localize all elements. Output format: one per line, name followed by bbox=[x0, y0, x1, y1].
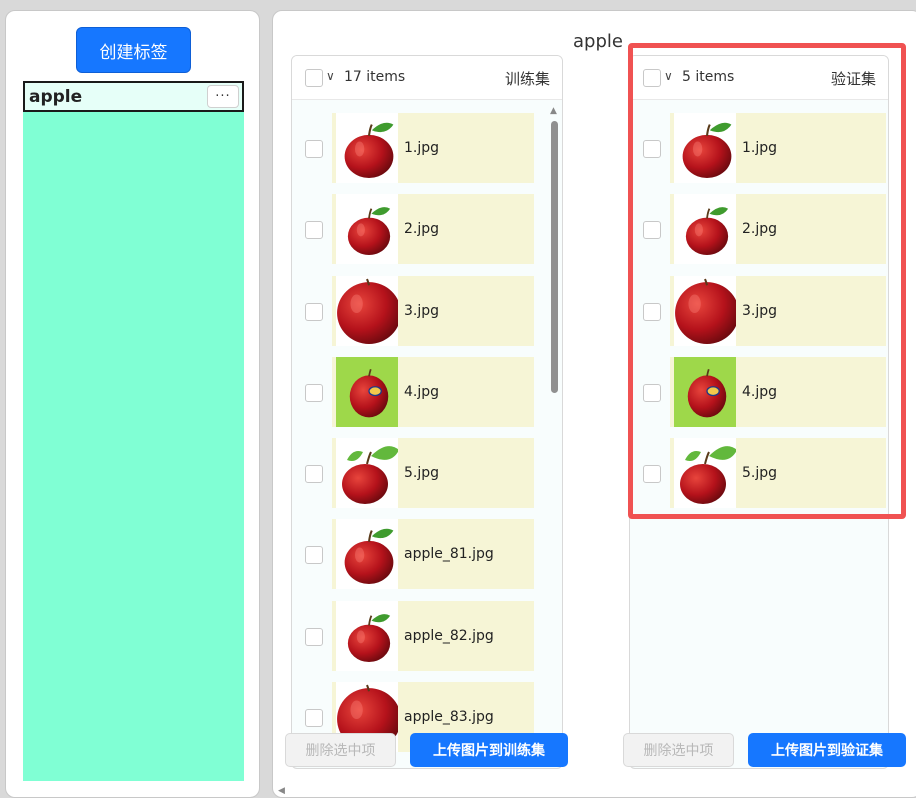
val-transfer-list: ∨ 5 items 验证集 1.jpg 2.jpg 3.jpg 4.jpg 5.… bbox=[629, 55, 889, 769]
item-filename: 2.jpg bbox=[736, 194, 886, 264]
apple-thumbnail bbox=[336, 357, 402, 427]
list-item[interactable]: 3.jpg bbox=[292, 276, 562, 346]
list-item[interactable]: 5.jpg bbox=[630, 438, 888, 508]
item-checkbox[interactable] bbox=[305, 465, 323, 483]
item-checkbox[interactable] bbox=[305, 221, 323, 239]
list-item[interactable]: 5.jpg bbox=[292, 438, 562, 508]
train-select-all-checkbox[interactable] bbox=[305, 69, 323, 87]
item-filename: 1.jpg bbox=[398, 113, 534, 183]
item-checkbox[interactable] bbox=[643, 221, 661, 239]
val-items: 1.jpg 2.jpg 3.jpg 4.jpg 5.jpg bbox=[630, 101, 888, 768]
item-filename: 5.jpg bbox=[736, 438, 886, 508]
train-list-header: ∨ 17 items 训练集 bbox=[292, 56, 562, 100]
list-item[interactable]: apple_82.jpg bbox=[292, 601, 562, 671]
label-panel: 创建标签 apple ··· bbox=[5, 10, 260, 798]
dataset-panel: apple ∨ 17 items 训练集 1.jpg 2.jpg 3.jpg 4… bbox=[272, 10, 916, 798]
train-delete-selected-button[interactable]: 删除选中项 bbox=[285, 733, 396, 767]
more-icon[interactable]: ··· bbox=[207, 85, 239, 108]
tag-item-apple[interactable]: apple ··· bbox=[23, 81, 244, 112]
item-filename: 3.jpg bbox=[398, 276, 534, 346]
item-filename: 4.jpg bbox=[736, 357, 886, 427]
val-select-all-checkbox[interactable] bbox=[643, 69, 661, 87]
tag-label: apple bbox=[29, 86, 83, 107]
apple-thumbnail bbox=[336, 438, 402, 508]
val-delete-selected-button[interactable]: 删除选中项 bbox=[623, 733, 734, 767]
train-scrollbar[interactable]: ▲ ▼ bbox=[549, 106, 559, 760]
item-checkbox[interactable] bbox=[643, 465, 661, 483]
apple-thumbnail bbox=[336, 519, 402, 589]
item-checkbox[interactable] bbox=[305, 546, 323, 564]
list-item[interactable]: 2.jpg bbox=[630, 194, 888, 264]
item-checkbox[interactable] bbox=[305, 140, 323, 158]
scroll-thumb[interactable] bbox=[551, 121, 558, 393]
chevron-down-icon[interactable]: ∨ bbox=[664, 69, 673, 83]
apple-thumbnail bbox=[674, 113, 740, 183]
apple-thumbnail bbox=[336, 601, 402, 671]
item-filename: 2.jpg bbox=[398, 194, 534, 264]
apple-thumbnail bbox=[336, 276, 402, 346]
train-list-title: 训练集 bbox=[504, 70, 550, 88]
item-filename: 3.jpg bbox=[736, 276, 886, 346]
train-item-count: 17 items bbox=[344, 69, 406, 85]
val-item-count: 5 items bbox=[682, 69, 735, 85]
list-item[interactable]: 3.jpg bbox=[630, 276, 888, 346]
tag-list: apple ··· bbox=[23, 81, 244, 781]
list-item[interactable]: apple_81.jpg bbox=[292, 519, 562, 589]
item-checkbox[interactable] bbox=[643, 384, 661, 402]
item-checkbox[interactable] bbox=[305, 628, 323, 646]
item-filename: 5.jpg bbox=[398, 438, 534, 508]
apple-thumbnail bbox=[674, 357, 740, 427]
item-checkbox[interactable] bbox=[643, 303, 661, 321]
list-item[interactable]: 4.jpg bbox=[292, 357, 562, 427]
val-list-title: 验证集 bbox=[830, 70, 876, 88]
list-item[interactable]: 4.jpg bbox=[630, 357, 888, 427]
list-item[interactable]: 1.jpg bbox=[292, 113, 562, 183]
item-checkbox[interactable] bbox=[305, 384, 323, 402]
item-checkbox[interactable] bbox=[305, 303, 323, 321]
apple-thumbnail bbox=[674, 194, 740, 264]
train-transfer-list: ∨ 17 items 训练集 1.jpg 2.jpg 3.jpg 4.jpg 5… bbox=[291, 55, 563, 769]
item-checkbox[interactable] bbox=[305, 709, 323, 727]
scroll-left-icon[interactable]: ◀ bbox=[278, 786, 285, 796]
apple-thumbnail bbox=[674, 276, 740, 346]
apple-thumbnail bbox=[336, 194, 402, 264]
item-checkbox[interactable] bbox=[643, 140, 661, 158]
chevron-down-icon[interactable]: ∨ bbox=[326, 69, 335, 83]
apple-thumbnail bbox=[336, 113, 402, 183]
apple-thumbnail bbox=[674, 438, 740, 508]
item-filename: apple_81.jpg bbox=[398, 519, 534, 589]
item-filename: 4.jpg bbox=[398, 357, 534, 427]
list-item[interactable]: 1.jpg bbox=[630, 113, 888, 183]
scroll-up-icon[interactable]: ▲ bbox=[550, 106, 557, 116]
val-upload-button[interactable]: 上传图片到验证集 bbox=[748, 733, 906, 767]
train-upload-button[interactable]: 上传图片到训练集 bbox=[410, 733, 568, 767]
item-filename: apple_82.jpg bbox=[398, 601, 534, 671]
train-items: 1.jpg 2.jpg 3.jpg 4.jpg 5.jpg apple_81.j… bbox=[292, 101, 562, 768]
item-filename: 1.jpg bbox=[736, 113, 886, 183]
val-list-header: ∨ 5 items 验证集 bbox=[630, 56, 888, 100]
list-item[interactable]: 2.jpg bbox=[292, 194, 562, 264]
create-label-button[interactable]: 创建标签 bbox=[76, 27, 191, 73]
class-title: apple bbox=[573, 31, 623, 52]
